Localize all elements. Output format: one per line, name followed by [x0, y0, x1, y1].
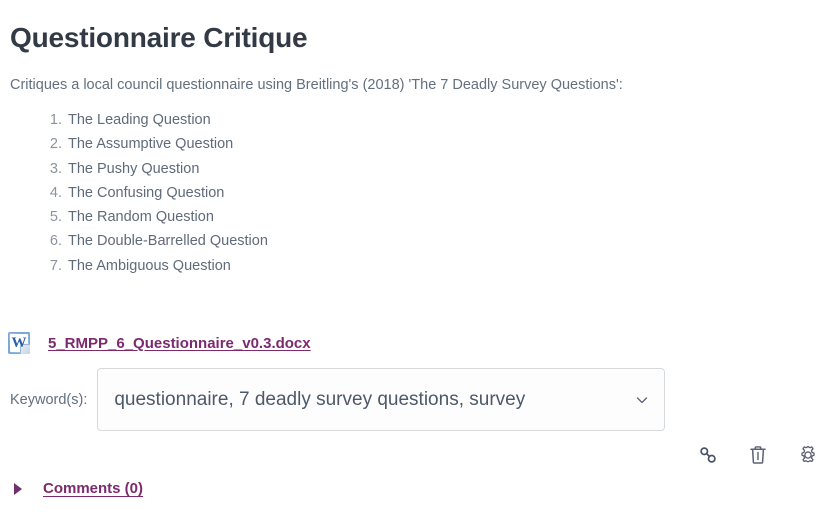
- list-item-label: The Confusing Question: [68, 184, 225, 201]
- deadly-questions-list: The Leading Question The Assumptive Ques…: [10, 108, 268, 278]
- attachment-row: W 5_RMPP_6_Questionnaire_v0.3.docx: [8, 332, 311, 354]
- link-icon-svg: [700, 447, 716, 463]
- list-item: The Pushy Question: [66, 157, 268, 181]
- list-item: The Leading Question: [66, 108, 268, 132]
- keyword-label: Keyword(s):: [10, 391, 88, 408]
- page-root: Questionnaire Critique Critiques a local…: [0, 0, 829, 515]
- page-description: Critiques a local council questionnaire …: [10, 76, 623, 93]
- word-icon-glyph: W: [11, 335, 27, 351]
- keyword-row: Keyword(s): questionnaire, 7 deadly surv…: [10, 368, 666, 431]
- gear-icon[interactable]: [795, 442, 821, 468]
- keyword-selected-value: questionnaire, 7 deadly survey questions…: [114, 388, 526, 410]
- list-item: The Ambiguous Question: [66, 254, 268, 278]
- list-item: The Assumptive Question: [66, 132, 268, 156]
- list-item-label: The Ambiguous Question: [68, 257, 231, 274]
- list-item-label: The Random Question: [68, 209, 214, 226]
- link-icon[interactable]: [695, 442, 721, 468]
- list-item-label: The Leading Question: [68, 112, 211, 128]
- list-item-label: The Double-Barrelled Question: [68, 233, 268, 250]
- comments-link[interactable]: Comments (0): [43, 480, 143, 497]
- keyword-select[interactable]: questionnaire, 7 deadly survey questions…: [97, 368, 666, 431]
- action-toolbar: [695, 442, 821, 468]
- list-item-label: The Assumptive Question: [68, 136, 234, 153]
- trash-icon[interactable]: [745, 442, 771, 468]
- word-document-icon: W: [8, 332, 30, 354]
- attachment-file-link[interactable]: 5_RMPP_6_Questionnaire_v0.3.docx: [48, 335, 311, 352]
- list-item: The Random Question: [66, 205, 268, 229]
- page-title: Questionnaire Critique: [10, 21, 308, 53]
- list-item-label: The Pushy Question: [68, 160, 200, 177]
- trash-icon-svg: [750, 446, 766, 464]
- list-item: The Confusing Question: [66, 181, 268, 205]
- comments-section: Comments (0): [14, 480, 143, 497]
- gear-icon-svg: [801, 445, 815, 463]
- list-item: The Double-Barrelled Question: [66, 229, 268, 253]
- triangle-right-icon[interactable]: [14, 482, 22, 495]
- chevron-down-icon: [637, 396, 648, 403]
